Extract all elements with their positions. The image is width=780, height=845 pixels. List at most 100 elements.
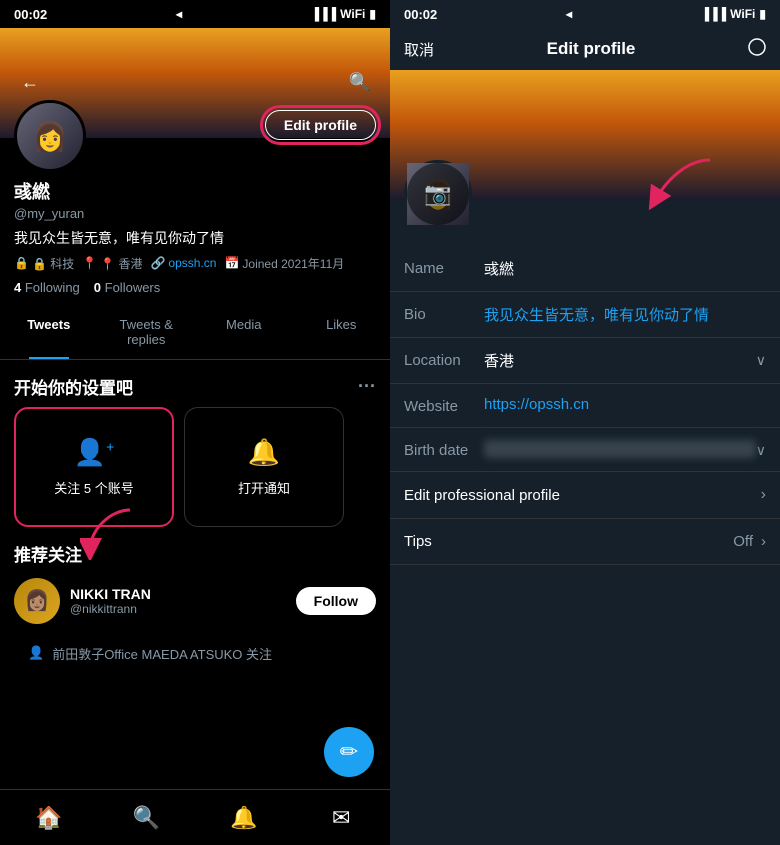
profile-section: 👩 Edit profile 彧繎 @my_yuran 我见众生皆无意，唯有见你…	[0, 100, 390, 295]
red-arrow-follow	[80, 500, 140, 565]
field-website: Website https://opssh.cn	[390, 384, 780, 428]
follow-stats: 4 Following 0 Followers	[14, 280, 376, 295]
field-bio: Bio 我见众生皆无意，唯有见你动了情	[390, 292, 780, 338]
setup-card-follow-label: 关注 5 个账号	[46, 478, 141, 497]
left-location-icon: ◂	[176, 7, 182, 21]
tips-value: Off	[733, 533, 753, 550]
username: @my_yuran	[14, 206, 376, 221]
recommend-section: 推荐关注 👩🏽 NIKKI TRAN @nikkittrann Follow 👤…	[0, 541, 390, 671]
bio-value[interactable]: 我见众生皆无意，唯有见你动了情	[484, 304, 766, 325]
left-top-nav: ← 🔍	[0, 56, 390, 108]
field-name: Name 彧繎	[390, 246, 780, 292]
tips-row[interactable]: Tips Off ›	[390, 519, 780, 565]
recommend-title: 推荐关注	[14, 541, 376, 566]
professional-row[interactable]: Edit professional profile ›	[390, 472, 780, 519]
bio: 我见众生皆无意，唯有见你动了情	[14, 229, 376, 249]
tab-tweets-replies[interactable]: Tweets & replies	[98, 305, 196, 359]
camera-icon: 📷	[424, 181, 451, 207]
right-wifi-icon: WiFi	[730, 7, 755, 21]
left-status-icons: ▐▐▐ WiFi ▮	[311, 7, 376, 21]
tips-label: Tips	[404, 533, 432, 550]
save-button[interactable]	[748, 38, 766, 60]
left-signal-icon: ▐▐▐	[311, 7, 337, 21]
meta-tech: 🔒 🔒 科技	[14, 255, 74, 272]
camera-overlay: 📷	[407, 163, 469, 225]
nikki-name: NIKKI TRAN	[70, 586, 286, 602]
sub-recommend-item: 👤 前田敦子Office MAEDA ATSUKO 关注	[14, 636, 376, 671]
setup-card-notify[interactable]: 🔔 打开通知	[184, 407, 344, 527]
tips-right: Off ›	[733, 533, 766, 550]
red-arrow-avatar	[640, 155, 720, 220]
meta-row: 🔒 🔒 科技 📍 📍 香港 🔗 opssh.cn 📅 Joined 2021年1…	[14, 255, 376, 272]
search-button[interactable]: 🔍	[344, 66, 376, 98]
tab-media[interactable]: Media	[195, 305, 293, 359]
website-link[interactable]: opssh.cn	[168, 256, 216, 270]
followers-stat[interactable]: 0 Followers	[94, 280, 160, 295]
edit-profile-header: 取消 Edit profile	[390, 28, 780, 70]
right-location-icon: ◂	[566, 7, 572, 21]
setup-section-header: 开始你的设置吧 ···	[0, 360, 390, 407]
nikki-avatar: 👩🏽	[14, 578, 60, 624]
link-icon: 🔗	[150, 256, 165, 270]
tab-tweets[interactable]: Tweets	[0, 305, 98, 359]
profile-tabs: Tweets Tweets & replies Media Likes	[0, 305, 390, 360]
right-time: 00:02	[404, 7, 437, 22]
nikki-info: NIKKI TRAN @nikkittrann	[70, 586, 286, 616]
display-name: 彧繎	[14, 178, 376, 204]
left-time: 00:02	[14, 7, 47, 22]
birthdate-value	[484, 440, 756, 458]
right-status-icons: ▐▐▐ WiFi ▮	[701, 7, 766, 21]
tips-chevron-icon: ›	[761, 533, 766, 550]
person-icon: 👤	[28, 645, 44, 661]
location-label: Location	[404, 350, 484, 369]
avatar-edit-area: 👩 📷	[390, 160, 780, 228]
meta-website[interactable]: 🔗 opssh.cn	[150, 256, 216, 270]
setup-card-notify-label: 打开通知	[230, 478, 298, 497]
nikki-handle: @nikkittrann	[70, 602, 286, 616]
left-wifi-icon: WiFi	[340, 7, 365, 21]
field-location: Location 香港 ∨	[390, 338, 780, 384]
follow-nikki-button[interactable]: Follow	[296, 587, 376, 615]
professional-label: Edit professional profile	[404, 487, 560, 504]
name-label: Name	[404, 258, 484, 277]
setup-title: 开始你的设置吧	[14, 374, 133, 399]
avatar-image: 👩	[17, 103, 83, 169]
calendar-icon: 📅	[224, 256, 239, 270]
nav-home[interactable]: 🏠	[24, 793, 74, 843]
nav-messages[interactable]: ✉	[316, 793, 366, 843]
notification-bell-icon: 🔔	[248, 437, 280, 468]
following-stat[interactable]: 4 Following	[14, 280, 80, 295]
field-birthdate: Birth date ∨	[390, 428, 780, 472]
profile-form: Name 彧繎 Bio 我见众生皆无意，唯有见你动了情 Location 香港 …	[390, 246, 780, 565]
avatar-edit[interactable]: 👩 📷	[404, 160, 472, 228]
bio-label: Bio	[404, 304, 484, 323]
nav-search[interactable]: 🔍	[121, 793, 171, 843]
website-value[interactable]: https://opssh.cn	[484, 396, 766, 413]
avatar: 👩	[14, 100, 86, 172]
lock-icon: 🔒	[14, 256, 29, 270]
cancel-button[interactable]: 取消	[404, 39, 434, 60]
follow-accounts-icon: 👤+	[74, 437, 115, 468]
compose-button[interactable]: ✏	[324, 727, 374, 777]
edit-profile-title: Edit profile	[547, 39, 636, 59]
left-status-bar: 00:02 ◂ ▐▐▐ WiFi ▮	[0, 0, 390, 28]
right-panel: 00:02 ◂ ▐▐▐ WiFi ▮ 取消 Edit profile 👩 📷	[390, 0, 780, 845]
left-panel: 00:02 ◂ ▐▐▐ WiFi ▮ ← 🔍 👩 Edit profile 彧繎…	[0, 0, 390, 845]
name-value[interactable]: 彧繎	[484, 258, 766, 279]
website-label: Website	[404, 396, 484, 415]
nav-notifications[interactable]: 🔔	[219, 793, 269, 843]
tab-likes[interactable]: Likes	[293, 305, 391, 359]
professional-chevron-icon: ›	[761, 486, 766, 504]
meta-location: 📍 📍 香港	[82, 255, 142, 272]
setup-dots[interactable]: ···	[358, 376, 376, 397]
right-signal-icon: ▐▐▐	[701, 7, 727, 21]
birthdate-label: Birth date	[404, 440, 484, 459]
edit-profile-button[interactable]: Edit profile	[265, 110, 376, 140]
bottom-nav: 🏠 🔍 🔔 ✉	[0, 789, 390, 845]
back-button[interactable]: ←	[14, 66, 46, 98]
location-value[interactable]: 香港	[484, 350, 756, 371]
birthdate-chevron-icon: ∨	[756, 440, 766, 459]
recommend-item-nikki: 👩🏽 NIKKI TRAN @nikkittrann Follow	[14, 578, 376, 624]
pin-icon: 📍	[82, 256, 97, 270]
right-battery-icon: ▮	[759, 7, 766, 21]
